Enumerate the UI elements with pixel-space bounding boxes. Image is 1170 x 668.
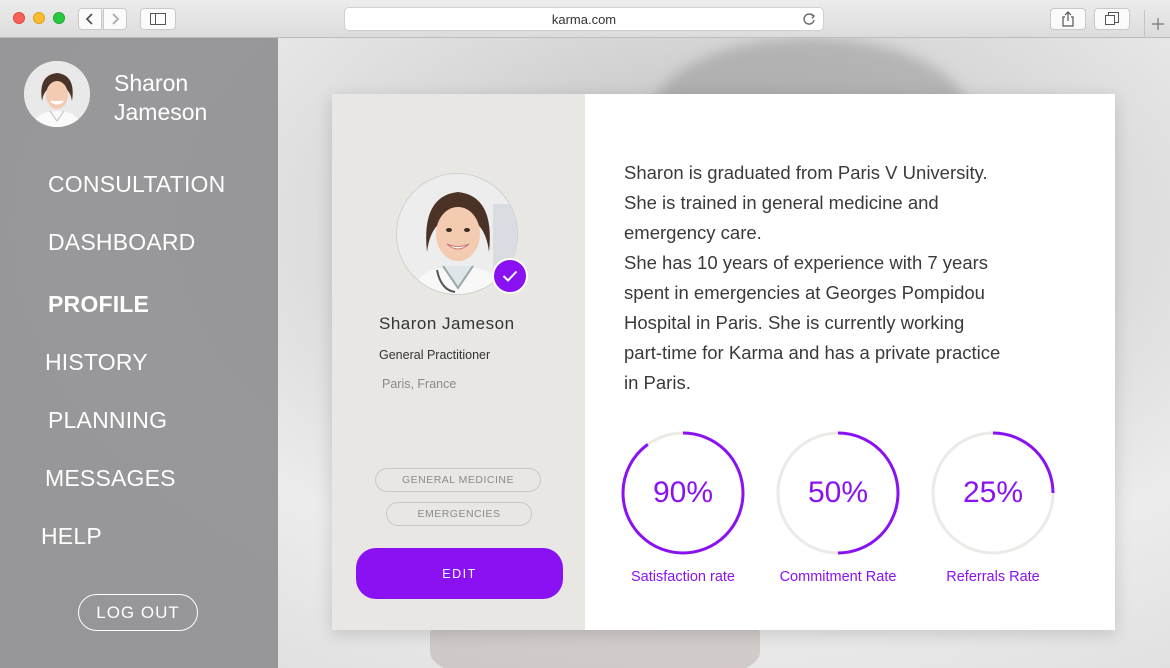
satisfaction-gauge: 90% bbox=[621, 431, 745, 555]
bio-line: in Paris. bbox=[624, 372, 691, 393]
avatar[interactable] bbox=[24, 61, 90, 127]
browser-toolbar: karma.com bbox=[0, 0, 1170, 38]
minimize-window-button[interactable] bbox=[33, 12, 45, 24]
close-window-button[interactable] bbox=[13, 12, 25, 24]
tabs-icon bbox=[1105, 12, 1119, 25]
profile-bio: Sharon is graduated from Paris V Univers… bbox=[624, 158, 1084, 398]
bio-line: Sharon is graduated from Paris V Univers… bbox=[624, 162, 988, 183]
bio-line: Hospital in Paris. She is currently work… bbox=[624, 312, 965, 333]
share-button[interactable] bbox=[1050, 8, 1086, 30]
nav-profile[interactable]: PROFILE bbox=[48, 291, 149, 318]
sidebar-toggle-button[interactable] bbox=[140, 8, 176, 30]
nav-planning[interactable]: PLANNING bbox=[48, 407, 167, 434]
verified-badge bbox=[492, 258, 528, 294]
specialty-tag[interactable]: GENERAL MEDICINE bbox=[375, 468, 541, 492]
profile-card: Sharon Jameson General Practitioner Pari… bbox=[332, 94, 1115, 630]
nav-history[interactable]: HISTORY bbox=[45, 349, 148, 376]
bio-line: spent in emergencies at Georges Pompidou bbox=[624, 282, 985, 303]
bio-line: She is trained in general medicine and bbox=[624, 192, 939, 213]
nav-dashboard[interactable]: DASHBOARD bbox=[48, 229, 196, 256]
profile-role: General Practitioner bbox=[379, 348, 491, 362]
specialty-tag[interactable]: EMERGENCIES bbox=[386, 502, 532, 526]
doctor-portrait-icon bbox=[24, 61, 90, 127]
sidebar-icon bbox=[150, 13, 166, 25]
chevron-right-icon bbox=[112, 13, 120, 25]
check-icon bbox=[502, 270, 518, 282]
user-name: Sharon Jameson bbox=[114, 70, 208, 125]
tabs-overview-button[interactable] bbox=[1094, 8, 1130, 30]
address-bar[interactable]: karma.com bbox=[344, 7, 824, 31]
gauge-value: 50% bbox=[807, 476, 869, 509]
edit-profile-button[interactable]: EDIT bbox=[356, 548, 563, 599]
forward-button[interactable] bbox=[103, 8, 127, 30]
plus-icon bbox=[1151, 18, 1164, 30]
gauge-label: Satisfaction rate bbox=[631, 569, 735, 585]
zoom-window-button[interactable] bbox=[53, 12, 65, 24]
nav-help[interactable]: HELP bbox=[41, 523, 102, 550]
nav-consultation[interactable]: CONSULTATION bbox=[48, 171, 225, 198]
profile-details-panel: Sharon is graduated from Paris V Univers… bbox=[585, 94, 1115, 630]
reload-icon[interactable] bbox=[801, 11, 817, 27]
share-icon bbox=[1062, 11, 1074, 27]
bio-line: She has 10 years of experience with 7 ye… bbox=[624, 252, 989, 273]
gauge-value: 90% bbox=[652, 476, 714, 509]
profile-name: Sharon Jameson bbox=[379, 314, 515, 333]
nav-messages[interactable]: MESSAGES bbox=[45, 465, 176, 492]
profile-summary-panel: Sharon Jameson General Practitioner Pari… bbox=[332, 94, 585, 630]
url-text: karma.com bbox=[551, 11, 617, 27]
gauge-value: 25% bbox=[962, 476, 1024, 509]
logout-button[interactable]: LOG OUT bbox=[78, 594, 198, 631]
gauge-label: Referrals Rate bbox=[946, 569, 1040, 585]
commitment-gauge: 50% bbox=[776, 431, 900, 555]
new-tab-button[interactable] bbox=[1144, 10, 1170, 38]
profile-location: Paris, France bbox=[382, 377, 457, 391]
bio-line: part-time for Karma and has a private pr… bbox=[624, 342, 1001, 363]
sidebar: Sharon Jameson CONSULTATION DASHBOARD PR… bbox=[0, 38, 278, 668]
chevron-left-icon bbox=[85, 13, 93, 25]
back-button[interactable] bbox=[78, 8, 102, 30]
gauge-label: Commitment Rate bbox=[779, 569, 897, 585]
page-content: Sharon Jameson CONSULTATION DASHBOARD PR… bbox=[0, 38, 1170, 668]
referrals-gauge: 25% bbox=[931, 431, 1055, 555]
bio-line: emergency care. bbox=[624, 222, 762, 243]
